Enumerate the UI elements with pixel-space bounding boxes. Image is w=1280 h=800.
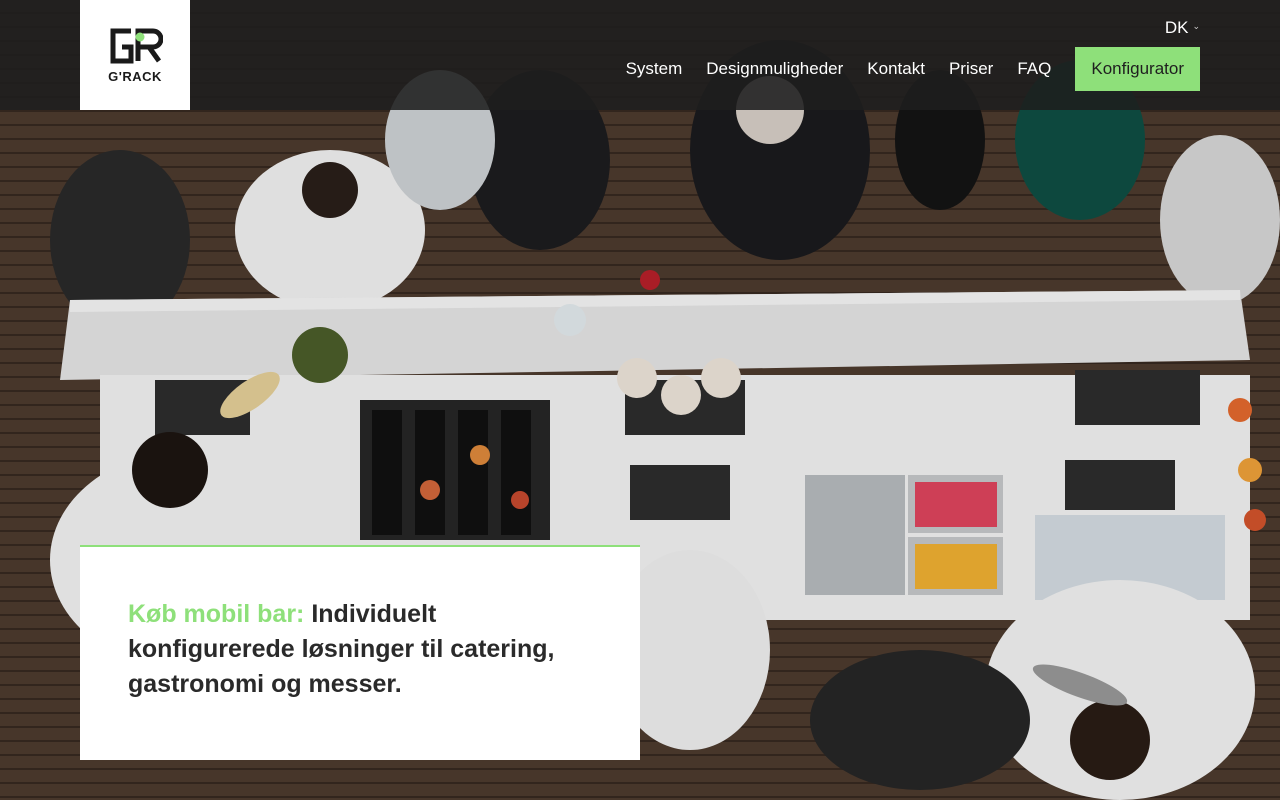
- language-label: DK: [1164, 18, 1189, 37]
- chevron-down-icon: ⌄: [1192, 21, 1200, 31]
- konfigurator-button[interactable]: Konfigurator: [1075, 47, 1200, 91]
- nav-item-kontakt[interactable]: Kontakt: [867, 47, 925, 91]
- hero-headline: Køb mobil bar: Individuelt konfigurerede…: [128, 597, 592, 702]
- hero-headline-accent: Køb mobil bar:: [128, 600, 305, 628]
- main-navigation: System Designmuligheder Kontakt Priser F…: [626, 47, 1200, 91]
- nav-item-designmuligheder[interactable]: Designmuligheder: [706, 47, 843, 91]
- nav-item-system[interactable]: System: [626, 47, 683, 91]
- logo[interactable]: G'RACK: [80, 0, 190, 110]
- site-header: G'RACK DK ⌄ System Designmuligheder Kont…: [0, 0, 1280, 110]
- hero-card: Køb mobil bar: Individuelt konfigurerede…: [80, 545, 640, 760]
- language-selector[interactable]: DK ⌄: [1165, 18, 1200, 38]
- grack-logo-icon: [110, 28, 163, 63]
- nav-item-faq[interactable]: FAQ: [1017, 47, 1051, 91]
- nav-item-priser[interactable]: Priser: [949, 47, 993, 91]
- logo-wordmark: G'RACK: [108, 68, 162, 84]
